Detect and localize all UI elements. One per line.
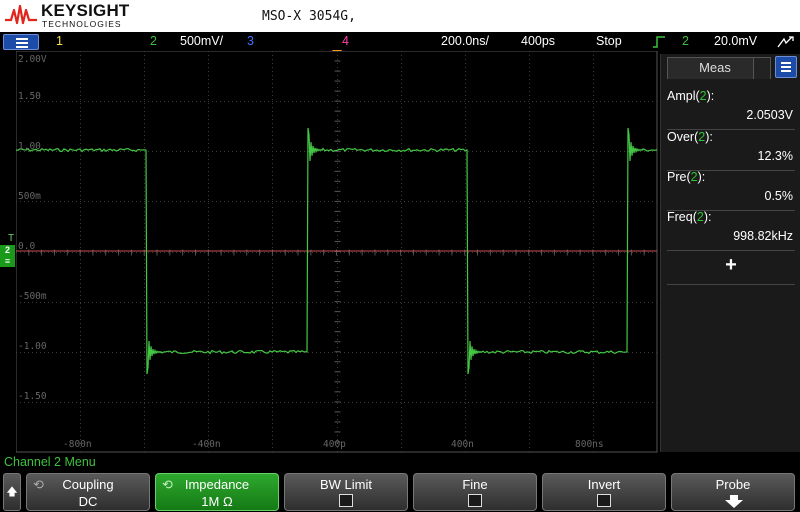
channel-2-scale: 500mV/ <box>180 34 224 48</box>
measurement-value: 0.5% <box>764 189 794 203</box>
impedance-softkey[interactable]: ⟲ Impedance 1M Ω <box>155 473 279 511</box>
channel-3-indicator[interactable]: 3 <box>247 34 254 48</box>
status-bar: 1 2 500mV/ 3 4 200.0ns/ 400ps Stop 2 20.… <box>0 32 800 52</box>
add-measurement-button[interactable]: + <box>667 251 795 285</box>
probe-softkey[interactable]: Probe <box>671 473 795 511</box>
menu-up-button[interactable]: 🡅 <box>3 473 21 511</box>
coupling-softkey[interactable]: ⟲ Coupling DC <box>26 473 150 511</box>
bw-limit-softkey[interactable]: BW Limit <box>284 473 408 511</box>
y-axis-label: -1.50 <box>18 391 47 402</box>
submenu-arrow-icon <box>725 495 743 508</box>
measurement-item[interactable]: Ampl(2): 2.0503V <box>667 84 795 130</box>
y-axis-label: -500m <box>18 291 47 302</box>
keysight-logo-icon <box>5 4 37 25</box>
y-axis-label: 0.0 <box>18 241 36 252</box>
x-axis-label: 400n <box>451 439 474 450</box>
measurement-value: 2.0503V <box>746 108 793 122</box>
y-axis-label: 1.50 <box>18 91 41 102</box>
y-axis-label: 500m <box>18 191 41 202</box>
y-axis-label: -1.00 <box>18 341 47 352</box>
delay-value: 400ps <box>521 34 556 48</box>
run-state: Stop <box>596 34 622 48</box>
brand-subtitle: TECHNOLOGIES <box>42 19 122 29</box>
x-axis-label: -400n <box>192 439 221 450</box>
trigger-level: 20.0mV <box>714 34 758 48</box>
tab-meas[interactable]: Meas <box>667 57 763 79</box>
fine-checkbox[interactable] <box>468 494 482 507</box>
measurement-value: 998.82kHz <box>733 229 793 243</box>
tab-meas-more[interactable] <box>753 57 771 79</box>
bw-limit-checkbox[interactable] <box>339 494 353 507</box>
channel-4-indicator[interactable]: 4 <box>342 34 349 48</box>
header-bar: KEYSIGHT TECHNOLOGIES MSO-X 3054G, <box>0 0 800 32</box>
scroll-arrows-icon[interactable] <box>776 35 796 49</box>
sidebar-menu-icon[interactable] <box>775 56 797 78</box>
channel-2-indicator[interactable]: 2 <box>150 34 157 48</box>
x-axis-label: -800n <box>63 439 92 450</box>
trigger-marker: T <box>8 233 15 244</box>
invert-softkey[interactable]: Invert <box>542 473 666 511</box>
y-axis-label: 1.00 <box>18 141 41 152</box>
fine-softkey[interactable]: Fine <box>413 473 537 511</box>
channel-1-indicator[interactable]: 1 <box>56 34 63 48</box>
y-axis-label: 2.00V <box>18 54 47 65</box>
brand-name: KEYSIGHT <box>41 1 130 20</box>
menu-icon[interactable] <box>3 34 39 50</box>
measurement-item[interactable]: Freq(2): 998.82kHz <box>667 205 795 251</box>
measurement-value: 12.3% <box>757 149 793 163</box>
x-axis-label: 400p <box>323 439 346 450</box>
channel-2-ground-marker[interactable]: 2 ≡ <box>0 245 15 267</box>
softkey-menu-title: Channel 2 Menu <box>4 455 96 469</box>
model-name: MSO-X 3054G, <box>262 9 356 24</box>
trigger-source: 2 <box>682 34 689 48</box>
invert-checkbox[interactable] <box>597 494 611 507</box>
rising-edge-trigger-icon <box>653 36 665 48</box>
timebase-value: 200.0ns/ <box>441 34 489 48</box>
x-axis-label: 800ns <box>575 439 604 450</box>
waveform-display[interactable] <box>16 51 658 453</box>
